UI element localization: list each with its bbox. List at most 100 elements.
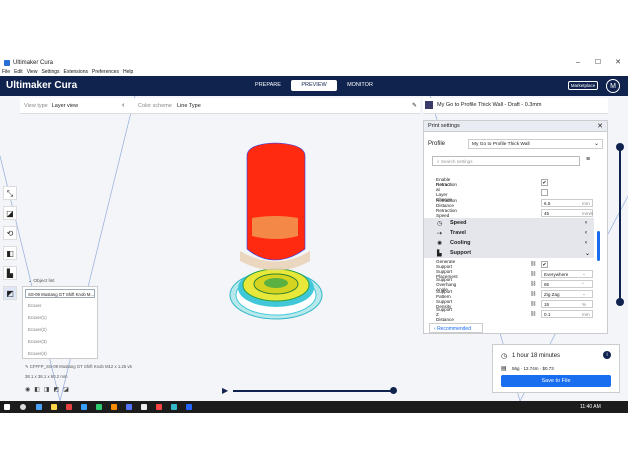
- link-icon[interactable]: ⛓: [530, 271, 536, 277]
- link-icon[interactable]: ⛓: [530, 261, 536, 267]
- app-icon[interactable]: [141, 404, 147, 410]
- list-item[interactable]: Ecoxer: [28, 303, 41, 308]
- taskbar-clock: 11:40 AM: [580, 404, 601, 410]
- unit-label: mm: [582, 311, 590, 317]
- cooling-icon: ✺: [437, 240, 443, 247]
- tab-monitor[interactable]: MONITOR: [337, 80, 383, 91]
- move-tool-icon[interactable]: ⤡: [3, 186, 17, 200]
- settings-menu-icon[interactable]: ≡: [586, 156, 590, 163]
- support-overhang-input[interactable]: 65: [541, 280, 593, 288]
- generate-support-checkbox[interactable]: ✔: [541, 260, 548, 268]
- edge-icon[interactable]: [36, 404, 42, 410]
- view-options-bar: View type Layer view ‹ Color scheme Line…: [20, 98, 420, 114]
- per-model-settings-icon[interactable]: ▙: [3, 266, 17, 280]
- minimize-button[interactable]: –: [568, 58, 588, 68]
- unit-label: mm/s: [582, 210, 594, 216]
- info-icon[interactable]: i: [603, 351, 611, 359]
- layer-slider-track[interactable]: [619, 146, 621, 301]
- enable-retraction-checkbox[interactable]: ✔: [541, 178, 548, 186]
- search-placeholder: Search settings: [440, 159, 473, 164]
- list-item[interactable]: Ecoxer(2): [28, 327, 47, 332]
- retract-layer-change-checkbox[interactable]: [541, 188, 548, 196]
- play-icon[interactable]: ▶: [222, 386, 228, 395]
- section-label: Support: [450, 250, 472, 256]
- section-label: Travel: [450, 230, 466, 236]
- app-icon[interactable]: [111, 404, 117, 410]
- list-item[interactable]: Ecoxer(1): [28, 315, 47, 320]
- scale-tool-icon[interactable]: ◪: [3, 206, 17, 220]
- color-scheme-select[interactable]: Line Type: [177, 103, 201, 109]
- app-icon[interactable]: [126, 404, 132, 410]
- account-avatar[interactable]: M: [606, 79, 620, 93]
- view-type-label: View type: [24, 102, 48, 109]
- object-list-title[interactable]: ⌄ Object list: [28, 279, 54, 284]
- menu-help[interactable]: Help: [123, 69, 133, 75]
- unit-label: mm: [582, 200, 590, 206]
- app-icon[interactable]: [156, 404, 162, 410]
- tab-prepare[interactable]: PREPARE: [245, 80, 291, 91]
- link-icon[interactable]: ⛓: [530, 281, 536, 287]
- menu-view[interactable]: View: [27, 69, 38, 75]
- maximize-button[interactable]: ☐: [588, 58, 608, 68]
- object-dimensions: 38.1 x 38.1 x 60.2 mm: [25, 374, 68, 379]
- settings-scrollbar[interactable]: [597, 231, 600, 261]
- search-icon[interactable]: [20, 404, 26, 410]
- menu-preferences[interactable]: Preferences: [92, 69, 119, 75]
- link-icon[interactable]: ⛓: [530, 291, 536, 297]
- path-slider-handle[interactable]: [390, 387, 397, 394]
- print-job-panel: ◷ 1 hour 18 minutes i ▤ 56g · 12.74m · $…: [492, 344, 620, 393]
- view-orientation-icons[interactable]: ◉◧◨◩◪: [25, 386, 73, 393]
- link-icon[interactable]: ⛓: [530, 301, 536, 307]
- rotate-tool-icon[interactable]: ⟲: [3, 226, 17, 240]
- link-icon[interactable]: ⛓: [530, 311, 536, 317]
- explorer-icon[interactable]: [51, 404, 57, 410]
- profile-select[interactable]: My Go to Profile Thick Wall ⌄: [468, 139, 603, 149]
- layer-slider-handle-bottom[interactable]: [616, 298, 624, 306]
- windows-taskbar: 11:40 AM: [0, 401, 628, 413]
- cura-taskbar-icon[interactable]: [186, 404, 192, 410]
- app-icon[interactable]: [171, 404, 177, 410]
- section-cooling[interactable]: ✺ Cooling ‹: [424, 238, 594, 248]
- menu-bar: File Edit View Settings Extensions Prefe…: [0, 68, 628, 76]
- setting-label: Retraction Speed: [436, 208, 457, 218]
- list-item[interactable]: Ecoxer(4): [28, 351, 47, 356]
- search-settings-input[interactable]: ⌕ Search settings: [432, 156, 580, 166]
- menu-edit[interactable]: Edit: [14, 69, 23, 75]
- close-icon[interactable]: ✕: [597, 122, 603, 130]
- layer-slider-handle-top[interactable]: [616, 143, 624, 151]
- menu-file[interactable]: File: [2, 69, 10, 75]
- printer-bar[interactable]: My Go to Profile Thick Wall - Draft - 0.…: [423, 98, 608, 114]
- menu-extensions[interactable]: Extensions: [64, 69, 88, 75]
- chevron-left-icon[interactable]: ‹: [122, 102, 124, 109]
- object-name: ✎ CFFFP_SS-09 Mustang GT Shift Knob M12 …: [25, 364, 132, 370]
- recommended-button[interactable]: ‹ Recommended: [429, 323, 483, 333]
- path-slider-track[interactable]: [233, 390, 396, 392]
- save-to-file-button[interactable]: Save to File: [501, 375, 611, 387]
- app-icon[interactable]: [81, 404, 87, 410]
- section-speed[interactable]: ◷ Speed ‹: [424, 218, 594, 228]
- chevron-left-icon: ‹: [585, 220, 587, 226]
- section-support[interactable]: ▙ Support ⌄: [424, 248, 594, 258]
- spool-icon: ▤: [501, 366, 507, 372]
- view-type-select[interactable]: Layer view: [52, 103, 78, 109]
- chevron-down-icon: ⌄: [582, 291, 586, 296]
- close-button[interactable]: ✕: [608, 58, 628, 68]
- spotify-icon[interactable]: [96, 404, 102, 410]
- support-blocker-icon[interactable]: ◩: [3, 286, 17, 300]
- marketplace-button[interactable]: Marketplace: [568, 81, 598, 90]
- app-header: Ultimaker Cura PREPARE PREVIEW MONITOR M…: [0, 76, 628, 96]
- pencil-icon[interactable]: ✎: [412, 102, 417, 109]
- menu-settings[interactable]: Settings: [41, 69, 59, 75]
- section-label: Cooling: [450, 240, 471, 246]
- list-item[interactable]: Ecoxer(3): [28, 339, 47, 344]
- mirror-tool-icon[interactable]: ◧: [3, 246, 17, 260]
- object-list-selected[interactable]: SS-09 Mustang GT Shift Knob M...: [25, 289, 95, 298]
- chevron-down-icon: ⌄: [585, 250, 591, 257]
- chevron-left-icon: ‹: [585, 240, 587, 246]
- tab-preview[interactable]: PREVIEW: [291, 80, 337, 91]
- section-travel[interactable]: ⇢ Travel ‹: [424, 228, 594, 238]
- ultimaker-logo: Ultimaker Cura: [6, 80, 78, 91]
- windows-start-icon[interactable]: [4, 404, 10, 410]
- app-icon[interactable]: [66, 404, 72, 410]
- chevron-down-icon: ⌄: [582, 271, 586, 276]
